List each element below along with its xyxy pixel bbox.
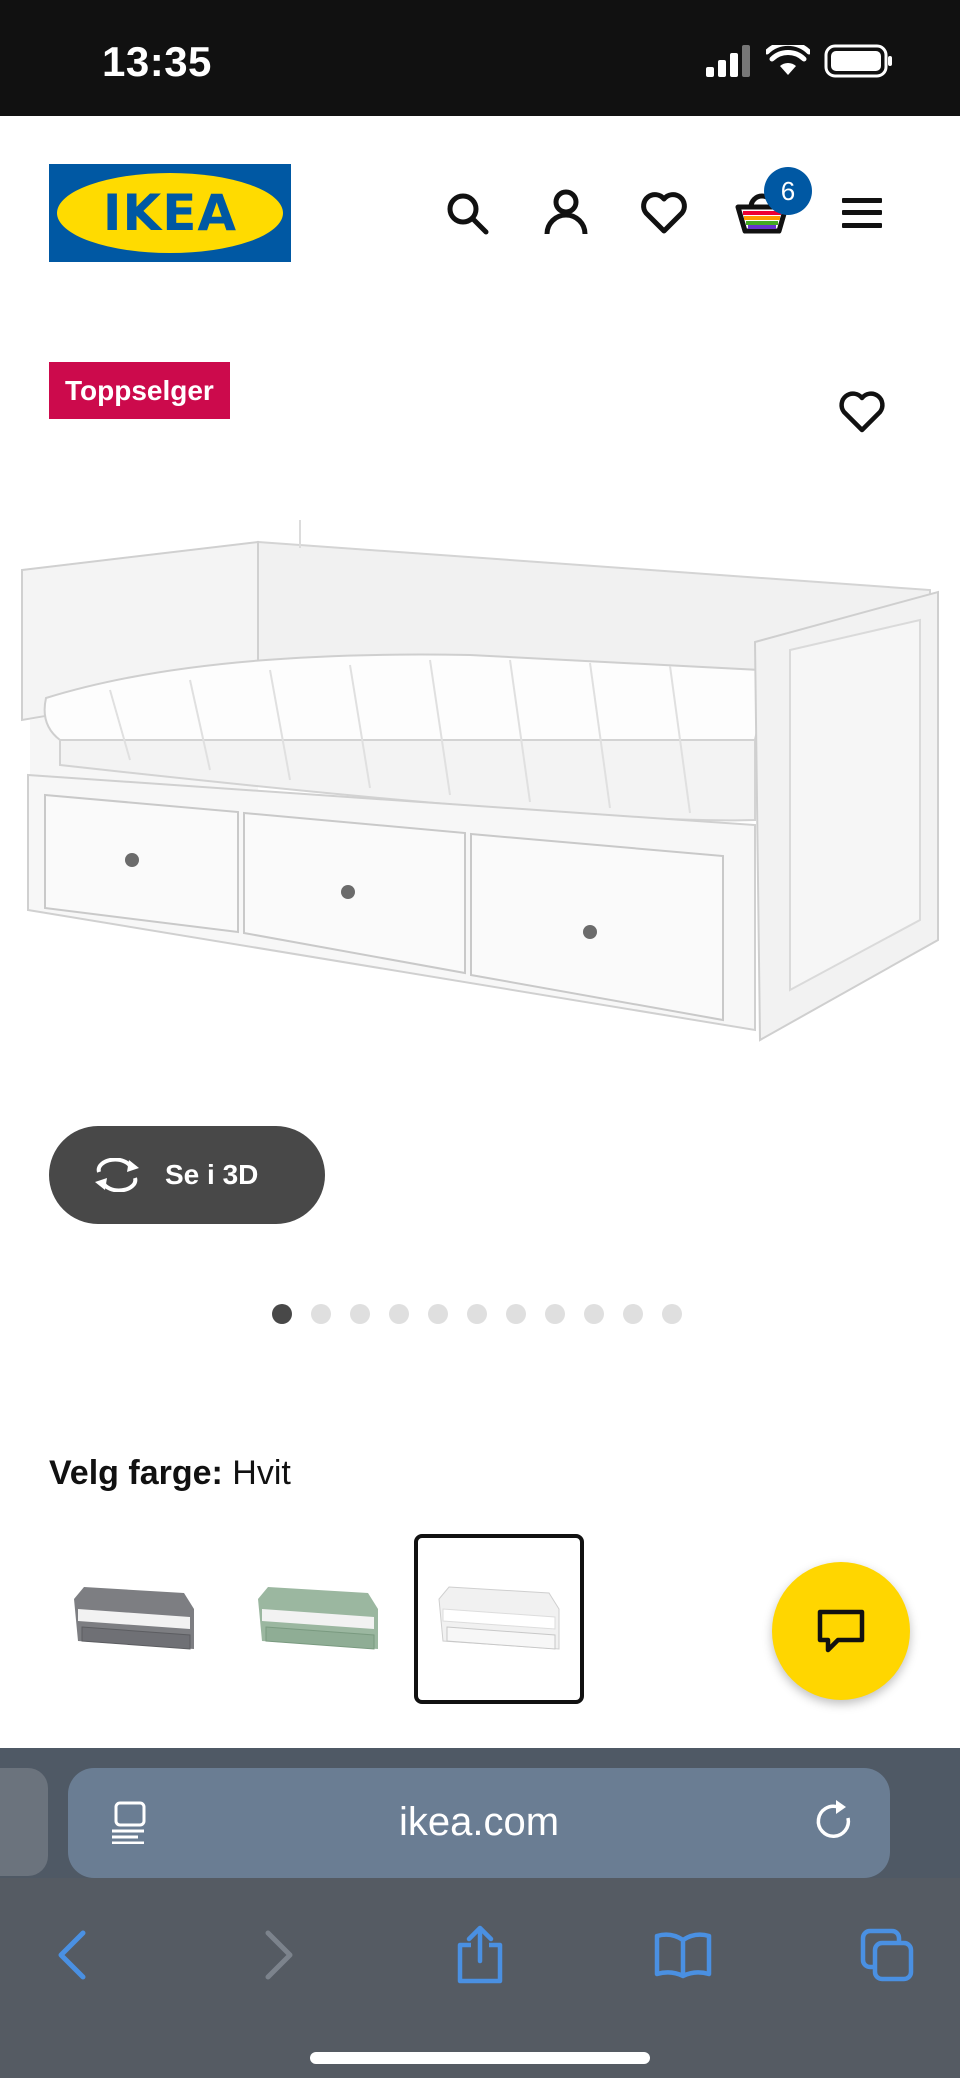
url-text: ikea.com (398, 1800, 560, 1844)
rotate-3d-icon (95, 1158, 139, 1192)
carousel-dot[interactable] (467, 1304, 487, 1324)
color-label-title: Velg farge: (49, 1454, 223, 1492)
search-button[interactable] (438, 184, 496, 242)
carousel-dot[interactable] (428, 1304, 448, 1324)
carousel-dot[interactable] (389, 1304, 409, 1324)
favourites-button[interactable] (635, 184, 693, 242)
menu-icon (842, 198, 882, 228)
search-icon (447, 193, 489, 235)
back-button[interactable] (36, 1920, 106, 1990)
back-icon (58, 1930, 86, 1980)
view-in-3d-label: Se i 3D (165, 1159, 259, 1190)
top-seller-badge: Toppselger (49, 362, 230, 419)
bookmarks-icon (654, 1932, 712, 1979)
daybed-white-thumbnail (438, 1586, 560, 1650)
account-icon (544, 189, 588, 235)
tabs-icon (860, 1928, 914, 1982)
daybed-grey-thumbnail (74, 1587, 194, 1650)
ikea-logo[interactable]: IKEA (49, 164, 291, 262)
menu-button[interactable] (833, 184, 891, 242)
status-bar: 13:35 (0, 0, 960, 116)
color-selector-label: Velg farge: Hvit (49, 1454, 291, 1493)
swatch-grey[interactable] (49, 1534, 219, 1704)
carousel-dot[interactable] (350, 1304, 370, 1324)
status-icons (704, 44, 894, 78)
address-bar[interactable]: ikea.com (68, 1768, 890, 1878)
battery-icon (824, 44, 892, 78)
daybed-green-thumbnail (258, 1587, 378, 1650)
account-button[interactable] (537, 184, 595, 242)
share-button[interactable] (445, 1920, 515, 1990)
chat-button[interactable] (772, 1562, 910, 1700)
carousel-dot[interactable] (584, 1304, 604, 1324)
tabs-button[interactable] (852, 1920, 922, 1990)
forward-button[interactable] (245, 1920, 315, 1990)
logo-text: IKEA (102, 184, 238, 242)
home-indicator (310, 2052, 650, 2064)
view-in-3d-button[interactable]: Se i 3D (49, 1126, 325, 1224)
wifi-icon (766, 45, 810, 75)
share-icon (457, 1925, 503, 1984)
forward-icon (265, 1930, 293, 1980)
carousel-dot[interactable] (545, 1304, 565, 1324)
heart-icon (839, 391, 885, 433)
address-area: ikea.com (0, 1748, 960, 1878)
swatch-green[interactable] (233, 1534, 403, 1704)
carousel-dot[interactable] (662, 1304, 682, 1324)
previous-tab-preview[interactable] (0, 1768, 48, 1876)
heart-icon (641, 192, 687, 234)
signal-icon (706, 45, 750, 77)
carousel-dot[interactable] (506, 1304, 526, 1324)
site-header: IKEA (0, 116, 960, 316)
color-selected-value: Hvit (232, 1454, 291, 1492)
logo-oval: IKEA (57, 173, 283, 253)
carousel-dot[interactable] (623, 1304, 643, 1324)
carousel-dot[interactable] (311, 1304, 331, 1324)
save-to-favourites-button[interactable] (834, 384, 890, 440)
reload-icon[interactable] (814, 1798, 856, 1844)
status-time: 13:35 (102, 38, 212, 85)
browser-toolbar: ikea.com (0, 1748, 960, 2078)
browser-nav-row (0, 1878, 960, 2078)
swatch-white[interactable] (414, 1534, 584, 1704)
chat-icon (817, 1609, 865, 1653)
cart-count-badge: 6 (764, 167, 812, 215)
carousel-dot[interactable] (272, 1304, 292, 1324)
image-carousel-dots (272, 1304, 682, 1324)
bookmarks-button[interactable] (648, 1920, 718, 1990)
product-image[interactable] (0, 520, 960, 1060)
